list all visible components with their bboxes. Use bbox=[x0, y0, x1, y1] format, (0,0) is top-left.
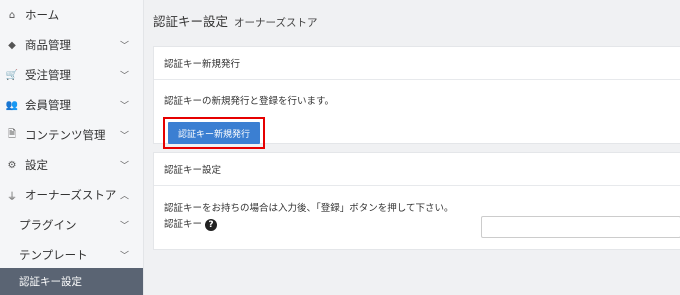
page-title-text: 認証キー設定 bbox=[153, 14, 229, 29]
sidebar-item-label: 認証キー設定 bbox=[19, 276, 82, 288]
card-header: 認証キー設定 bbox=[154, 153, 680, 186]
sidebar: ⌂ ホーム ◆ 商品管理 ﹀ 🛒 受注管理 ﹀ 👥 会員管理 ﹀ 🗎 コンテンツ… bbox=[0, 0, 144, 295]
sidebar-item-owners-store[interactable]: ⏚ オーナーズストア ︿ bbox=[0, 180, 143, 210]
chevron-down-icon: ﹀ bbox=[119, 131, 129, 142]
sidebar-item-label: 設定 bbox=[25, 158, 48, 172]
issue-key-button[interactable]: 認証キー新規発行 bbox=[168, 122, 260, 144]
highlight-box: 認証キー新規発行 bbox=[163, 117, 265, 149]
users-icon: 👥 bbox=[5, 99, 19, 111]
field-label: 認証キー? bbox=[164, 216, 218, 231]
page-title: 認証キー設定 オーナーズストア bbox=[153, 11, 318, 30]
chevron-down-icon: ﹀ bbox=[119, 251, 129, 262]
new-key-card: 認証キー新規発行 認証キーの新規発行と登録を行います。 認証キー新規発行 bbox=[153, 46, 680, 149]
field-label-text: 認証キー bbox=[164, 219, 203, 230]
sidebar-item-label: コンテンツ管理 bbox=[25, 128, 106, 142]
card-description: 認証キーの新規発行と登録を行います。 bbox=[164, 96, 335, 107]
chevron-down-icon: ﹀ bbox=[119, 41, 129, 52]
sidebar-item-label: 受注管理 bbox=[25, 68, 71, 82]
key-settings-card: 認証キー設定 認証キーをお持ちの場合は入力後、「登録」ボタンを押して下さい。 認… bbox=[153, 152, 680, 250]
sidebar-item-label: テンプレート bbox=[19, 248, 88, 262]
card-description: 認証キーをお持ちの場合は入力後、「登録」ボタンを押して下さい。 bbox=[164, 203, 454, 214]
sidebar-item-members[interactable]: 👥 会員管理 ﹀ bbox=[0, 90, 143, 120]
chevron-down-icon: ﹀ bbox=[119, 221, 129, 232]
cube-icon: ◆ bbox=[8, 39, 16, 51]
main-content: 認証キー設定 オーナーズストア 認証キー新規発行 認証キーの新規発行と登録を行いま… bbox=[143, 0, 680, 295]
sidebar-item-contents[interactable]: 🗎 コンテンツ管理 ﹀ bbox=[0, 120, 143, 150]
sidebar-subitem-templates[interactable]: テンプレート ﹀ bbox=[0, 240, 143, 270]
sidebar-item-orders[interactable]: 🛒 受注管理 ﹀ bbox=[0, 60, 143, 90]
sidebar-item-label: オーナーズストア bbox=[25, 188, 117, 202]
auth-key-input[interactable] bbox=[481, 216, 680, 238]
gear-icon: ⚙ bbox=[7, 159, 17, 171]
chevron-down-icon: ﹀ bbox=[119, 101, 129, 112]
sidebar-item-label: 会員管理 bbox=[25, 98, 71, 112]
cart-icon: 🛒 bbox=[5, 69, 19, 81]
chevron-down-icon: ﹀ bbox=[119, 161, 129, 172]
sidebar-item-home[interactable]: ⌂ ホーム bbox=[0, 0, 143, 30]
sidebar-subitem-auth-key[interactable]: 認証キー設定 bbox=[0, 268, 143, 295]
chevron-down-icon: ﹀ bbox=[119, 71, 129, 82]
sidebar-item-label: ホーム bbox=[25, 8, 60, 22]
plug-icon: ⏚ bbox=[7, 191, 17, 203]
help-icon[interactable]: ? bbox=[205, 218, 218, 231]
file-icon: 🗎 bbox=[7, 128, 17, 140]
sidebar-item-label: プラグイン bbox=[19, 218, 77, 232]
card-header: 認証キー新規発行 bbox=[154, 47, 680, 80]
page-subtitle: オーナーズストア bbox=[234, 17, 318, 29]
chevron-up-icon: ︿ bbox=[119, 191, 129, 202]
sidebar-item-products[interactable]: ◆ 商品管理 ﹀ bbox=[0, 30, 143, 60]
sidebar-item-label: 商品管理 bbox=[25, 38, 71, 52]
home-icon: ⌂ bbox=[8, 9, 16, 21]
sidebar-subitem-plugins[interactable]: プラグイン ﹀ bbox=[0, 210, 143, 240]
sidebar-item-settings[interactable]: ⚙ 設定 ﹀ bbox=[0, 150, 143, 180]
